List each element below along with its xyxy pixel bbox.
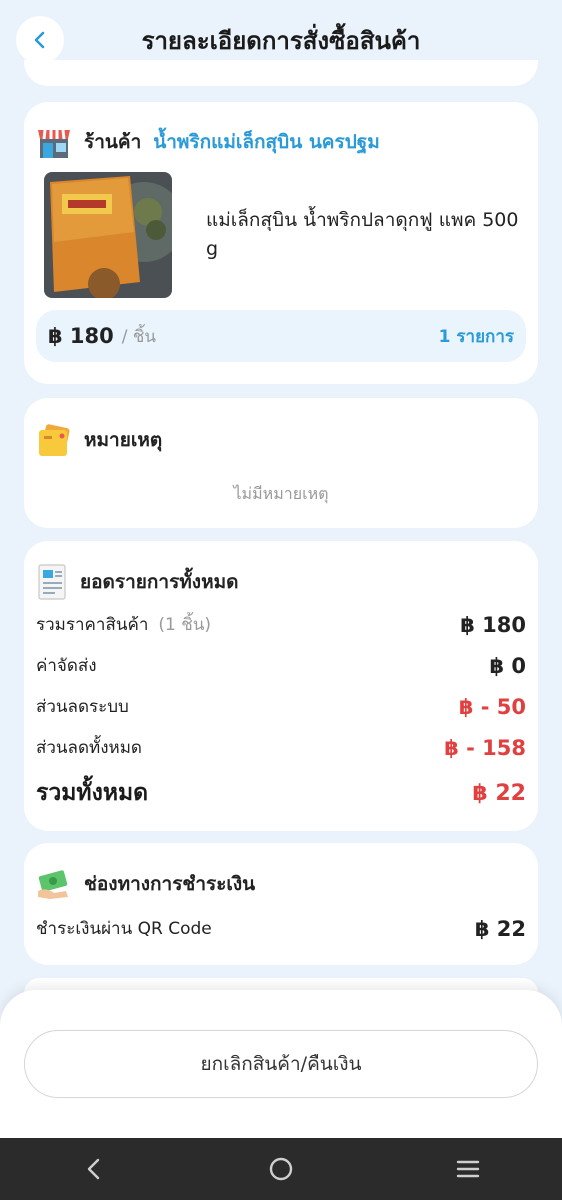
note-icon — [39, 424, 70, 456]
payment-method: ชำระเงินผ่าน QR Code — [36, 919, 212, 939]
price-unit: / ชิ้น — [121, 326, 157, 347]
shop-card: ร้านค้า น้ำพริกแม่เล็กสุบิน นครปฐม แม่เล… — [24, 102, 538, 384]
summary-row-label: ส่วนลดระบบ — [36, 697, 129, 717]
summary-row-grand-total: รวมทั้งหมด ฿ 22 — [36, 775, 526, 811]
shop-name-link[interactable]: น้ำพริกแม่เล็กสุบิน นครปฐม — [153, 127, 380, 157]
nav-menu-icon — [457, 1160, 480, 1178]
previous-card-edge — [24, 60, 538, 86]
payment-title-row: ช่องทางการชำระเงิน — [36, 867, 255, 901]
receipt-icon — [38, 564, 66, 600]
page-title: รายละเอียดการสั่งซื้อสินค้า — [141, 26, 421, 55]
summary-row-system-discount: ส่วนลดระบบ ฿ - 50 — [36, 693, 526, 720]
nav-home-icon — [269, 1157, 293, 1181]
unit-price: ฿ 180 — [48, 324, 114, 348]
product-image[interactable] — [44, 172, 172, 298]
summary-row-shipping: ค่าจัดส่ง ฿ 0 — [36, 652, 526, 679]
payment-title: ช่องทางการชำระเงิน — [84, 873, 256, 895]
summary-row-label: ส่วนลดทั้งหมด — [36, 738, 142, 758]
back-button[interactable] — [16, 16, 64, 64]
shop-icon — [38, 129, 70, 158]
shop-label: ร้านค้า — [84, 131, 142, 153]
summary-row-value: ฿ 180 — [460, 612, 526, 637]
summary-row-value: ฿ 0 — [489, 653, 526, 678]
summary-row-total-discount: ส่วนลดทั้งหมด ฿ - 158 — [36, 734, 526, 761]
summary-row-label: ค่าจัดส่ง — [36, 656, 97, 676]
summary-row-sub: (1 ชิ้น) — [158, 615, 212, 635]
payment-card: ช่องทางการชำระเงิน ชำระเงินผ่าน QR Code … — [24, 843, 538, 965]
note-title: หมายเหตุ — [84, 429, 163, 451]
summary-row-label: รวมราคาสินค้า — [36, 615, 149, 635]
nav-home-button[interactable] — [251, 1144, 311, 1194]
item-count: 1 รายการ — [438, 326, 514, 347]
grand-total-value: ฿ 22 — [472, 780, 526, 806]
grand-total-label: รวมทั้งหมด — [36, 780, 149, 806]
shop-row: ร้านค้า น้ำพริกแม่เล็กสุบิน นครปฐม — [36, 124, 380, 160]
payment-method-row: ชำระเงินผ่าน QR Code ฿ 22 — [36, 915, 526, 942]
summary-card: ยอดรายการทั้งหมด รวมราคาสินค้า (1 ชิ้น) … — [24, 541, 538, 831]
chevron-left-icon — [34, 31, 45, 49]
money-icon — [38, 870, 68, 899]
summary-row-value: ฿ - 50 — [458, 694, 526, 719]
payment-amount: ฿ 22 — [474, 916, 526, 941]
summary-title: ยอดรายการทั้งหมด — [80, 571, 239, 593]
note-empty-text: ไม่มีหมายเหตุ — [233, 484, 329, 503]
note-card: หมายเหตุ ไม่มีหมายเหตุ — [24, 398, 538, 528]
cancel-refund-button[interactable]: ยกเลิกสินค้า/คืนเงิน — [24, 1030, 538, 1098]
nav-back-button[interactable] — [64, 1144, 124, 1194]
nav-back-icon — [87, 1158, 99, 1180]
bottom-action-sheet: ยกเลิกสินค้า/คืนเงิน — [0, 990, 562, 1138]
price-bar: ฿ 180 / ชิ้น 1 รายการ — [36, 310, 526, 362]
product-name[interactable]: แม่เล็กสุบิน น้ำพริกปลาดุกฟู แพค 500 g — [206, 206, 526, 264]
summary-row-subtotal: รวมราคาสินค้า (1 ชิ้น) ฿ 180 — [36, 611, 526, 638]
summary-title-row: ยอดรายการทั้งหมด — [36, 563, 238, 601]
summary-row-value: ฿ - 158 — [444, 735, 526, 760]
system-nav-bar — [0, 1138, 562, 1200]
nav-menu-button[interactable] — [438, 1144, 498, 1194]
note-title-row: หมายเหตุ — [36, 422, 162, 458]
